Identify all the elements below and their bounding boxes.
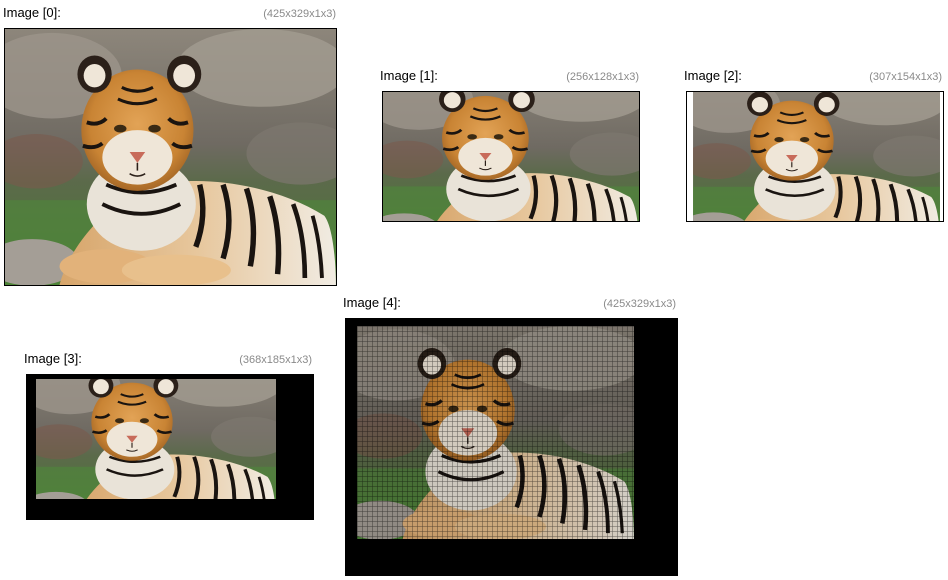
image-0-dims: (425x329x1x3): [263, 8, 336, 20]
image-0-view[interactable]: [4, 28, 337, 286]
image-2-view[interactable]: [686, 91, 944, 222]
image-3-tiger-photo: [36, 379, 276, 499]
image-4-dims: (425x329x1x3): [603, 298, 676, 310]
image-4-tiger-photo-gridded: [357, 326, 634, 539]
image-1-view[interactable]: [382, 91, 640, 222]
image-4-view[interactable]: [345, 318, 678, 576]
image-3-dims: (368x185x1x3): [239, 354, 312, 366]
image-1-dims: (256x128x1x3): [566, 71, 639, 83]
image-2-dims: (307x154x1x3): [869, 71, 942, 83]
image-1-tiger-photo: [383, 92, 639, 221]
image-2-label: Image [2]:: [684, 68, 742, 83]
image-4-label: Image [4]:: [343, 295, 401, 310]
image-1-label: Image [1]:: [380, 68, 438, 83]
image-3-view[interactable]: [26, 374, 314, 520]
image-3-label: Image [3]:: [24, 351, 82, 366]
image-0-tiger-photo: [5, 29, 336, 285]
image-0-label: Image [0]:: [3, 5, 61, 20]
image-2-tiger-photo: [687, 92, 943, 221]
